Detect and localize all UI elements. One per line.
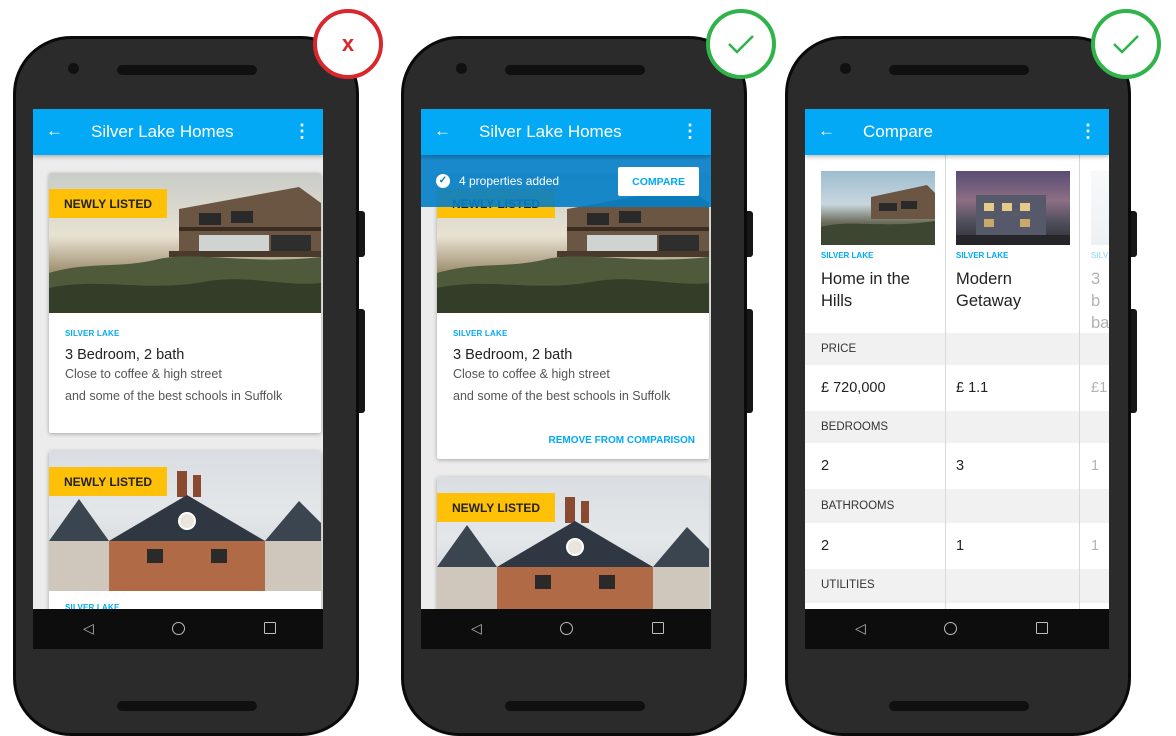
row-label-utilities: UTILITIES bbox=[821, 579, 875, 591]
listing-title: 3 Bedroom, 2 bath bbox=[65, 347, 185, 363]
system-nav-bar: ◁ bbox=[805, 609, 1109, 649]
app-bar: ← Silver Lake Homes ⋮ bbox=[33, 109, 323, 155]
volume-button bbox=[1131, 211, 1137, 257]
listing-card[interactable]: NEWLY LISTED SILVER LAKE 3 Bedroom, 2 ba… bbox=[49, 173, 321, 433]
app-bar-title: Compare bbox=[863, 122, 933, 141]
camera bbox=[840, 63, 851, 74]
snackbar-message: 4 properties added bbox=[459, 174, 560, 188]
property-location: SILVER LAKE bbox=[821, 251, 874, 260]
phone-3: ← Compare ⋮ SILVER LAKE Home in the Hill… bbox=[785, 36, 1137, 736]
app-bar: ← Silver Lake Homes ⋮ bbox=[421, 109, 711, 155]
app-bar-title: Silver Lake Homes bbox=[479, 122, 622, 141]
nav-back-icon[interactable]: ◁ bbox=[83, 620, 94, 637]
row-label-bedrooms: BEDROOMS bbox=[821, 421, 889, 433]
price-value: £ 720,000 bbox=[821, 380, 886, 396]
compare-button[interactable]: COMPARE bbox=[618, 167, 699, 196]
camera bbox=[68, 63, 79, 74]
volume-button bbox=[359, 211, 365, 257]
nav-back-icon[interactable]: ◁ bbox=[471, 620, 482, 637]
app-bar-title: Silver Lake Homes bbox=[91, 122, 234, 141]
price-value: £1 bbox=[1091, 380, 1108, 396]
more-vert-icon[interactable]: ⋮ bbox=[681, 121, 699, 141]
volume-button bbox=[747, 211, 753, 257]
check-mark-glyph bbox=[728, 35, 754, 54]
nav-recents-icon[interactable] bbox=[1036, 622, 1048, 634]
more-vert-icon[interactable]: ⋮ bbox=[1079, 121, 1097, 141]
screen: ← Silver Lake Homes ⋮ NEWLY LISTED SILVE… bbox=[33, 109, 323, 649]
row-label-bathrooms: BATHROOMS bbox=[821, 500, 895, 512]
bathrooms-value: 1 bbox=[956, 538, 965, 554]
property-thumbnail[interactable] bbox=[1091, 171, 1109, 245]
back-arrow-icon[interactable]: ← bbox=[818, 121, 835, 141]
nav-recents-icon[interactable] bbox=[652, 622, 664, 634]
check-mark-icon bbox=[706, 9, 776, 79]
listing-desc-line2: and some of the best schools in Suffolk bbox=[65, 389, 283, 403]
nav-home-icon[interactable] bbox=[560, 622, 573, 635]
nav-home-icon[interactable] bbox=[172, 622, 185, 635]
power-button bbox=[747, 309, 753, 413]
screen: ← Silver Lake Homes ⋮ ✓ 4 properties add… bbox=[421, 109, 711, 649]
property-title: 3 b ba bbox=[1091, 270, 1109, 332]
check-mark-glyph bbox=[1113, 35, 1139, 54]
camera bbox=[456, 63, 467, 74]
listing-title: 3 Bedroom, 2 bath bbox=[453, 347, 573, 363]
price-value: £ 1.1 bbox=[956, 380, 989, 396]
property-location: SILVER LAKE bbox=[956, 251, 1009, 260]
bathrooms-value: 2 bbox=[821, 538, 830, 554]
column-divider bbox=[1079, 155, 1080, 609]
bedrooms-value: 2 bbox=[821, 458, 830, 474]
listing-location: SILVER LAKE bbox=[65, 329, 120, 338]
listing-desc-line2: and some of the best schools in Suffolk bbox=[453, 389, 671, 403]
listing-desc-line1: Close to coffee & high street bbox=[453, 367, 610, 381]
phone-1: ← Silver Lake Homes ⋮ NEWLY LISTED SILVE… bbox=[13, 36, 365, 736]
comparison-snackbar: ✓ 4 properties added COMPARE bbox=[421, 155, 711, 207]
comparison-table[interactable]: SILVER LAKE Home in the Hills SILVER LAK… bbox=[805, 155, 1109, 609]
property-thumbnail[interactable] bbox=[821, 171, 935, 245]
phone-2: ← Silver Lake Homes ⋮ ✓ 4 properties add… bbox=[401, 36, 753, 736]
bathrooms-value: 1 bbox=[1091, 538, 1100, 554]
system-nav-bar: ◁ bbox=[421, 609, 711, 649]
check-circle-icon: ✓ bbox=[436, 174, 450, 188]
speaker-bottom bbox=[889, 701, 1029, 711]
property-thumbnail[interactable] bbox=[956, 171, 1070, 245]
cross-mark-label: x bbox=[341, 31, 355, 56]
screen: ← Compare ⋮ SILVER LAKE Home in the Hill… bbox=[805, 109, 1109, 649]
property-title: Modern Getaway bbox=[956, 270, 1022, 310]
system-nav-bar: ◁ bbox=[33, 609, 323, 649]
bedrooms-value: 1 bbox=[1091, 458, 1100, 474]
nav-home-icon[interactable] bbox=[944, 622, 957, 635]
nav-recents-icon[interactable] bbox=[264, 622, 276, 634]
more-vert-icon[interactable]: ⋮ bbox=[293, 121, 311, 141]
listing-photo-modern-house: NEWLY LISTED bbox=[49, 173, 321, 313]
column-divider bbox=[945, 155, 946, 609]
listing-desc-line1: Close to coffee & high street bbox=[65, 367, 222, 381]
house-thumbnail-illustration bbox=[821, 185, 935, 245]
speaker bbox=[117, 65, 257, 75]
listing-card[interactable]: NEWLY LISTED SILVER LAKE 3 Bedroom, 2 ba… bbox=[437, 173, 709, 459]
property-location: SILV bbox=[1091, 251, 1109, 260]
listing-photo-brick-house: NEWLY LISTED bbox=[437, 477, 709, 617]
property-title: Home in the Hills bbox=[821, 270, 910, 310]
remove-from-comparison-button[interactable]: REMOVE FROM COMPARISON bbox=[549, 435, 695, 446]
speaker bbox=[505, 65, 645, 75]
back-arrow-icon[interactable]: ← bbox=[434, 121, 451, 141]
app-bar: ← Compare ⋮ bbox=[805, 109, 1109, 155]
night-building-thumbnail-illustration bbox=[956, 195, 1070, 245]
listing-location: SILVER LAKE bbox=[453, 329, 508, 338]
speaker-bottom bbox=[505, 701, 645, 711]
back-arrow-icon[interactable]: ← bbox=[46, 121, 63, 141]
power-button bbox=[359, 309, 365, 413]
bedrooms-value: 3 bbox=[956, 458, 965, 474]
speaker-bottom bbox=[117, 701, 257, 711]
speaker bbox=[889, 65, 1029, 75]
newly-listed-badge: NEWLY LISTED bbox=[49, 189, 168, 218]
cross-mark-icon: x bbox=[313, 9, 383, 79]
check-mark-icon bbox=[1091, 9, 1161, 79]
listing-photo-brick-house: NEWLY LISTED bbox=[49, 451, 321, 591]
newly-listed-badge: NEWLY LISTED bbox=[437, 493, 556, 522]
power-button bbox=[1131, 309, 1137, 413]
newly-listed-badge: NEWLY LISTED bbox=[49, 467, 168, 496]
nav-back-icon[interactable]: ◁ bbox=[855, 620, 866, 637]
row-label-price: PRICE bbox=[821, 343, 857, 355]
